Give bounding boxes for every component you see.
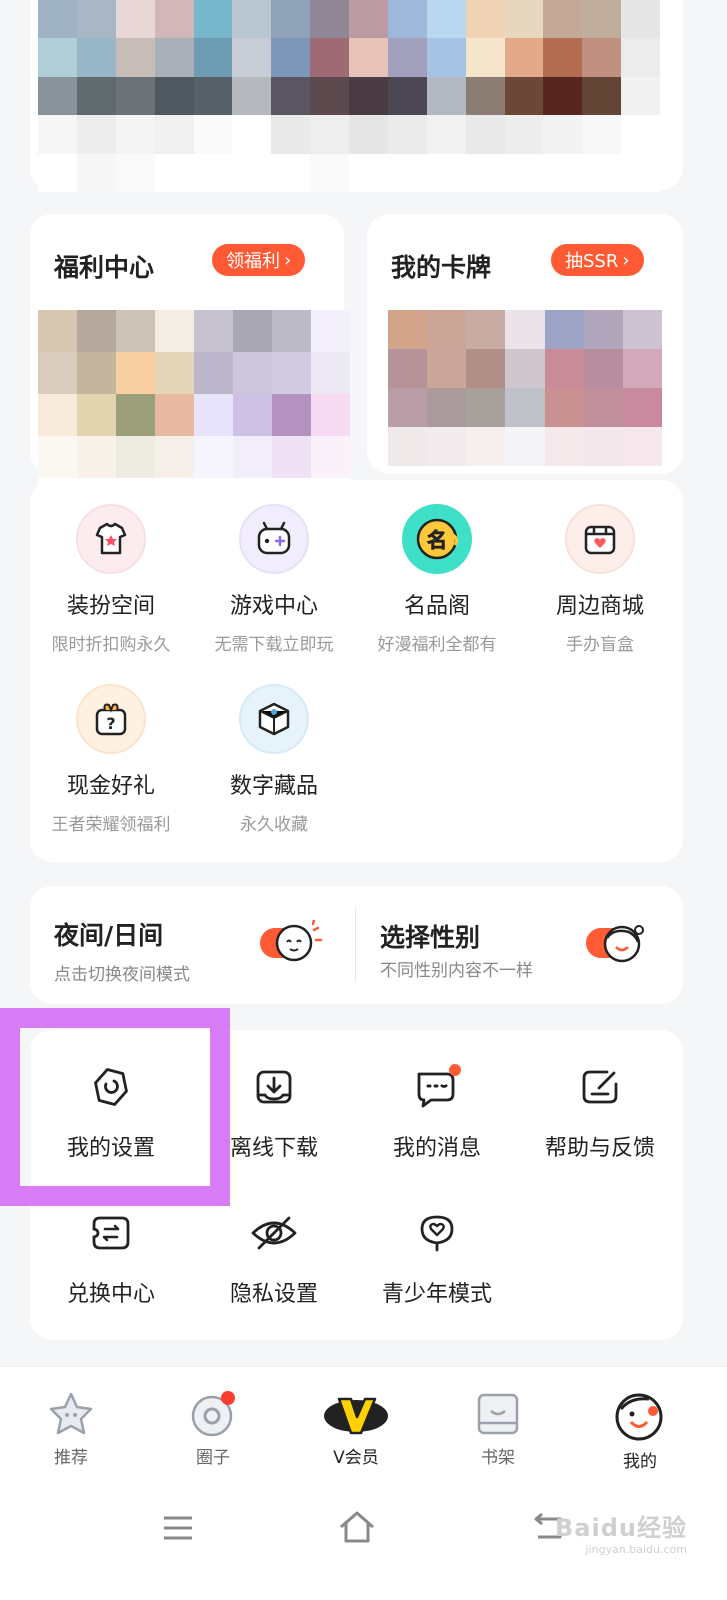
- function-title: 周边商城: [555, 594, 644, 619]
- teen-mode-icon: [420, 1215, 454, 1252]
- tshirt-icon: [76, 504, 146, 574]
- gender-subtitle: 不同性别内容不一样: [380, 961, 533, 981]
- baidu-watermark: Baidu经验 jingyan.baidu.com: [555, 1508, 687, 1556]
- star-icon: [49, 1392, 93, 1435]
- circle-icon: [191, 1391, 235, 1437]
- night-mode-toggle-icon[interactable]: [258, 920, 328, 970]
- function-subtitle: 无需下载立即玩: [214, 635, 334, 655]
- svg-text:?: ?: [106, 714, 115, 733]
- function-title: 装扮空间: [66, 594, 155, 619]
- annotation-highlight-box: [0, 1008, 230, 1206]
- tab-label: 我的: [623, 1452, 657, 1472]
- tool-label: 帮助与反馈: [544, 1136, 655, 1161]
- pixelated-cards-image: [388, 310, 662, 466]
- tool-label: 青少年模式: [381, 1282, 492, 1307]
- gender-title: 选择性别: [380, 923, 481, 952]
- function-subtitle: 手办盲盒: [566, 635, 634, 655]
- eye-hidden-icon: [251, 1216, 297, 1250]
- draw-ssr-label: 抽SSR: [565, 251, 619, 272]
- tab-label: V会员: [333, 1448, 379, 1468]
- shop-icon: [565, 504, 635, 574]
- bottom-navigation-bar: 推荐 圈子 V会员 书架 我的: [0, 1366, 727, 1600]
- watermark-subtext: jingyan.baidu.com: [585, 1543, 687, 1556]
- tab-mine[interactable]: 我的: [580, 1389, 700, 1472]
- function-title: 名品阁: [403, 594, 470, 619]
- digital-collectibles-item[interactable]: 数字藏品 永久收藏: [189, 684, 359, 835]
- tab-label: 推荐: [54, 1448, 88, 1468]
- famous-pavilion-item[interactable]: 名 名品阁 好漫福利全都有: [352, 504, 522, 655]
- welfare-center-title: 福利中心: [54, 253, 155, 282]
- game-center-item[interactable]: 游戏中心 无需下载立即玩: [189, 504, 359, 655]
- help-feedback-item[interactable]: 帮助与反馈: [515, 1064, 685, 1162]
- dress-up-space-item[interactable]: 装扮空间 限时折扣购永久: [26, 504, 196, 655]
- download-icon: [256, 1070, 292, 1104]
- get-welfare-label: 领福利: [226, 251, 280, 272]
- digital-collectible-icon: [239, 684, 309, 754]
- night-day-toggle-area[interactable]: 夜间/日间 点击切换夜间模式: [30, 886, 355, 1004]
- function-title: 现金好礼: [66, 774, 155, 799]
- draw-ssr-button[interactable]: 抽SSR ›: [551, 244, 644, 276]
- tool-label: 我的消息: [392, 1136, 481, 1161]
- exchange-center-item[interactable]: 兑换中心: [26, 1210, 196, 1308]
- function-subtitle: 好漫福利全都有: [377, 635, 497, 655]
- teen-mode-item[interactable]: 青少年模式: [352, 1210, 522, 1308]
- gift-box-icon: ?: [76, 684, 146, 754]
- tab-circle[interactable]: 圈子: [153, 1389, 273, 1468]
- function-subtitle: 王者荣耀领福利: [51, 815, 171, 835]
- night-day-title: 夜间/日间: [54, 921, 164, 950]
- gender-toggle-area[interactable]: 选择性别 不同性别内容不一样: [356, 886, 683, 1004]
- tab-recommend[interactable]: 推荐: [11, 1389, 131, 1468]
- function-title: 数字藏品: [229, 774, 318, 799]
- exchange-ticket-icon: [92, 1216, 130, 1250]
- message-icon: [417, 1064, 461, 1108]
- function-subtitle: 永久收藏: [240, 815, 308, 835]
- privacy-settings-item[interactable]: 隐私设置: [189, 1210, 359, 1308]
- bookshelf-icon: [477, 1393, 519, 1435]
- tool-label: 隐私设置: [229, 1282, 318, 1307]
- home-icon[interactable]: [337, 1509, 377, 1545]
- menu-icon[interactable]: [162, 1513, 194, 1543]
- my-cards-title: 我的卡牌: [391, 253, 492, 282]
- chevron-right-icon: ›: [622, 249, 630, 271]
- night-day-subtitle: 点击切换夜间模式: [54, 965, 190, 985]
- tab-label: 圈子: [196, 1448, 230, 1468]
- tool-label: 兑换中心: [66, 1282, 155, 1307]
- famous-badge-icon: 名: [402, 504, 472, 574]
- vip-v-icon: [324, 1397, 388, 1435]
- svg-text:名: 名: [427, 528, 447, 552]
- tab-vip[interactable]: V会员: [296, 1389, 416, 1468]
- gamepad-icon: [239, 504, 309, 574]
- profile-face-icon: [615, 1393, 663, 1441]
- function-subtitle: 限时折扣购永久: [51, 635, 171, 655]
- merch-mall-item[interactable]: 周边商城 手办盲盒: [515, 504, 685, 655]
- tab-bookshelf[interactable]: 书架: [438, 1389, 558, 1468]
- get-welfare-button[interactable]: 领福利 ›: [212, 244, 306, 276]
- tab-label: 书架: [481, 1448, 515, 1468]
- chevron-right-icon: ›: [284, 249, 292, 271]
- my-messages-item[interactable]: 我的消息: [352, 1064, 522, 1162]
- watermark-text: Baidu经验: [555, 1514, 687, 1542]
- function-title: 游戏中心: [229, 594, 318, 619]
- cash-gift-item[interactable]: ? 现金好礼 王者荣耀领福利: [26, 684, 196, 835]
- gender-toggle-icon[interactable]: [584, 920, 654, 970]
- pixelated-header-image: [38, 0, 660, 192]
- feedback-edit-icon: [582, 1070, 618, 1104]
